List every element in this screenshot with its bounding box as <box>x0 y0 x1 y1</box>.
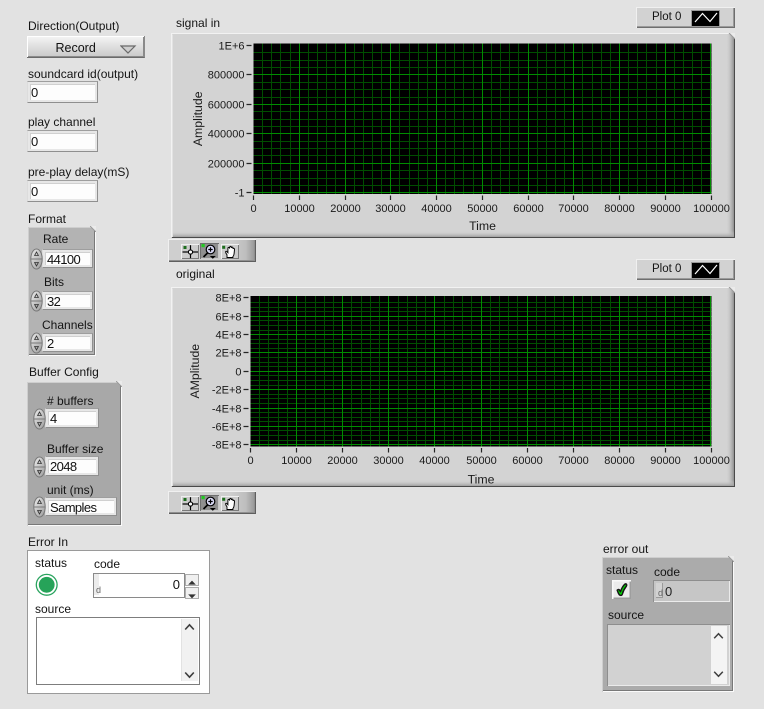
svg-text:90000: 90000 <box>650 455 681 467</box>
svg-text:70000: 70000 <box>558 203 589 215</box>
svg-text:10000: 10000 <box>281 455 312 467</box>
svg-text:90000: 90000 <box>650 203 681 215</box>
svg-text:10000: 10000 <box>284 203 315 215</box>
svg-text:60000: 60000 <box>512 455 543 467</box>
svg-text:80000: 80000 <box>604 203 635 215</box>
svg-text:20000: 20000 <box>330 203 361 215</box>
svg-text:800000: 800000 <box>208 69 245 81</box>
svg-text:-6E+8: -6E+8 <box>212 421 242 433</box>
svg-text:0: 0 <box>247 455 253 467</box>
svg-text:Time: Time <box>469 219 496 233</box>
svg-text:100000: 100000 <box>693 203 730 215</box>
svg-text:0: 0 <box>250 203 256 215</box>
svg-text:1E+6: 1E+6 <box>219 40 245 52</box>
svg-text:0: 0 <box>235 366 241 378</box>
svg-text:100000: 100000 <box>693 455 730 467</box>
svg-text:6E+8: 6E+8 <box>216 311 242 323</box>
svg-text:Time: Time <box>468 473 495 487</box>
svg-text:50000: 50000 <box>467 203 498 215</box>
svg-text:80000: 80000 <box>604 455 635 467</box>
svg-text:400000: 400000 <box>208 128 245 140</box>
svg-text:2E+8: 2E+8 <box>216 347 242 359</box>
svg-text:30000: 30000 <box>373 455 404 467</box>
svg-text:600000: 600000 <box>208 99 245 111</box>
svg-text:-8E+8: -8E+8 <box>212 439 242 451</box>
svg-text:-4E+8: -4E+8 <box>212 403 242 415</box>
svg-text:Amplitude: Amplitude <box>191 91 205 146</box>
svg-text:8E+8: 8E+8 <box>216 292 242 304</box>
svg-text:20000: 20000 <box>327 455 358 467</box>
svg-text:-1: -1 <box>235 187 245 199</box>
svg-text:4E+8: 4E+8 <box>216 329 242 341</box>
svg-text:-2E+8: -2E+8 <box>212 384 242 396</box>
svg-text:40000: 40000 <box>421 203 452 215</box>
svg-text:30000: 30000 <box>375 203 406 215</box>
svg-text:70000: 70000 <box>558 455 589 467</box>
svg-text:40000: 40000 <box>419 455 450 467</box>
svg-text:AMplitude: AMplitude <box>188 344 202 399</box>
svg-text:50000: 50000 <box>466 455 497 467</box>
svg-text:60000: 60000 <box>513 203 544 215</box>
svg-text:200000: 200000 <box>208 158 245 170</box>
